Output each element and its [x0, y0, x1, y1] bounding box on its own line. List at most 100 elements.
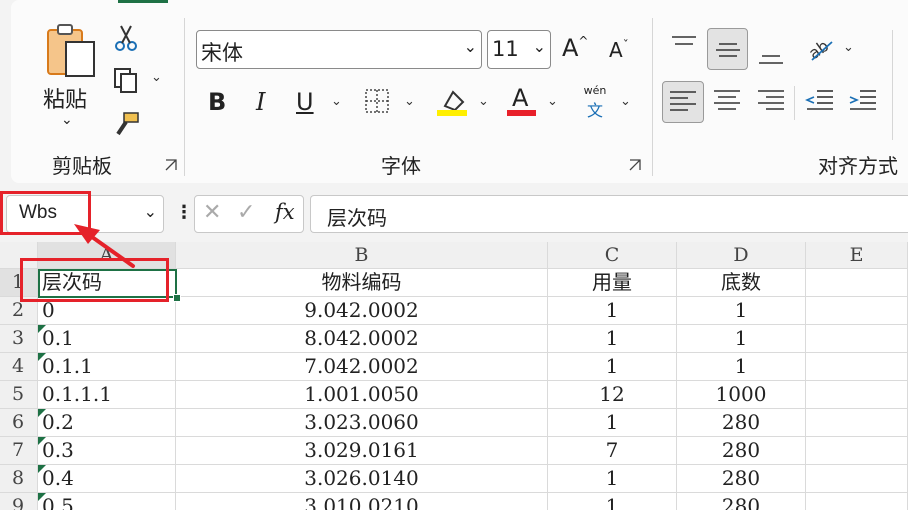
cell-b2[interactable]: 9.042.0002 [176, 297, 548, 325]
column-header-e[interactable]: E [806, 242, 908, 269]
shrink-font-button[interactable]: Aˇ [609, 38, 629, 62]
enter-icon[interactable]: ✓ [237, 200, 255, 225]
more-options-icon[interactable]: ⋮ [175, 202, 193, 223]
font-dialog-launcher-icon[interactable] [628, 158, 642, 172]
underline-dropdown-icon[interactable]: ⌄ [331, 94, 342, 109]
font-size-select[interactable]: 11 ⌄ [487, 30, 551, 69]
fill-handle[interactable] [173, 294, 181, 302]
cell-a3[interactable]: 0.1 [38, 325, 176, 353]
cell-e8[interactable] [806, 465, 908, 493]
cell-d4[interactable]: 1 [677, 353, 806, 381]
row-header[interactable]: 8 [0, 465, 38, 493]
cell-b6[interactable]: 3.023.0060 [176, 409, 548, 437]
cell-c6[interactable]: 1 [548, 409, 677, 437]
paste-button[interactable]: 粘贴 ⌄ [40, 22, 100, 132]
font-name-select[interactable]: 宋体 ⌄ [196, 30, 482, 69]
align-right-icon[interactable] [756, 88, 786, 114]
cell-a9[interactable]: 0.5 [38, 493, 176, 510]
cell-b3[interactable]: 8.042.0002 [176, 325, 548, 353]
bold-button[interactable]: B [208, 88, 226, 116]
cell-d3[interactable]: 1 [677, 325, 806, 353]
row-header[interactable]: 6 [0, 409, 38, 437]
cell-a5[interactable]: 0.1.1.1 [38, 381, 176, 409]
cell-a6[interactable]: 0.2 [38, 409, 176, 437]
insert-function-button[interactable]: fx [275, 200, 295, 224]
cell-d2[interactable]: 1 [677, 297, 806, 325]
cell-e9[interactable] [806, 493, 908, 510]
row-header[interactable]: 4 [0, 353, 38, 381]
phonetic-dropdown-icon[interactable]: ⌄ [620, 94, 631, 109]
cell-b1[interactable]: 物料编码 [176, 269, 548, 297]
cell-c4[interactable]: 1 [548, 353, 677, 381]
cell-d6[interactable]: 280 [677, 409, 806, 437]
cell-c8[interactable]: 1 [548, 465, 677, 493]
decrease-indent-icon[interactable] [805, 88, 835, 114]
cell-c3[interactable]: 1 [548, 325, 677, 353]
cell-c2[interactable]: 1 [548, 297, 677, 325]
cut-icon[interactable] [113, 24, 139, 52]
cell-e7[interactable] [806, 437, 908, 465]
cell-c1[interactable]: 用量 [548, 269, 677, 297]
font-color-dropdown-icon[interactable]: ⌄ [547, 94, 558, 109]
group-divider [184, 18, 185, 176]
font-color-button[interactable]: A [507, 84, 537, 118]
top-align-icon[interactable] [670, 34, 698, 58]
align-center-icon[interactable] [712, 88, 742, 114]
row-header[interactable]: 9 [0, 493, 38, 510]
cell-c5[interactable]: 12 [548, 381, 677, 409]
cancel-icon[interactable]: ✕ [203, 200, 221, 225]
column-header-b[interactable]: B [176, 242, 548, 269]
column-header-c[interactable]: C [548, 242, 677, 269]
row-header[interactable]: 3 [0, 325, 38, 353]
align-left-button[interactable] [662, 81, 704, 123]
underline-button[interactable]: U [296, 88, 314, 116]
highlight-box-name-box [0, 191, 91, 235]
cell-e4[interactable] [806, 353, 908, 381]
cell-e2[interactable] [806, 297, 908, 325]
cell-d8[interactable]: 280 [677, 465, 806, 493]
cell-c9[interactable]: 1 [548, 493, 677, 510]
group-divider [652, 18, 653, 176]
cell-d1[interactable]: 底数 [677, 269, 806, 297]
italic-button[interactable]: I [256, 88, 265, 116]
cell-a8[interactable]: 0.4 [38, 465, 176, 493]
cell-e5[interactable] [806, 381, 908, 409]
cell-b7[interactable]: 3.029.0161 [176, 437, 548, 465]
cell-a7[interactable]: 0.3 [38, 437, 176, 465]
cell-e3[interactable] [806, 325, 908, 353]
orientation-dropdown-icon[interactable]: ⌄ [843, 40, 854, 55]
orientation-icon[interactable]: ab [806, 34, 836, 64]
cell-d9[interactable]: 280 [677, 493, 806, 510]
column-header-d[interactable]: D [677, 242, 806, 269]
cell-b4[interactable]: 7.042.0002 [176, 353, 548, 381]
formula-input[interactable]: 层次码 [310, 195, 908, 233]
row-header[interactable]: 7 [0, 437, 38, 465]
borders-dropdown-icon[interactable]: ⌄ [404, 94, 415, 109]
cell-d7[interactable]: 280 [677, 437, 806, 465]
chevron-down-icon: ⌄ [143, 202, 157, 221]
copy-dropdown-icon[interactable]: ⌄ [151, 70, 162, 85]
copy-icon[interactable] [112, 66, 140, 94]
cell-b5[interactable]: 1.001.0050 [176, 381, 548, 409]
cell-c7[interactable]: 7 [548, 437, 677, 465]
phonetic-guide-button[interactable]: wén 文 [580, 84, 610, 120]
fill-color-dropdown-icon[interactable]: ⌄ [478, 94, 489, 109]
format-painter-icon[interactable] [112, 110, 140, 138]
paste-dropdown-icon[interactable]: ⌄ [61, 112, 73, 128]
cell-b8[interactable]: 3.026.0140 [176, 465, 548, 493]
clipboard-dialog-launcher-icon[interactable] [164, 158, 178, 172]
font-color-letter: A [512, 84, 529, 112]
increase-indent-icon[interactable] [848, 88, 878, 114]
borders-icon[interactable] [364, 88, 392, 116]
bottom-align-icon[interactable] [757, 44, 785, 68]
cell-e6[interactable] [806, 409, 908, 437]
cell-a4[interactable]: 0.1.1 [38, 353, 176, 381]
middle-align-button[interactable] [707, 28, 748, 70]
fill-color-icon[interactable] [437, 86, 469, 118]
row-header[interactable]: 5 [0, 381, 38, 409]
svg-text:ab: ab [806, 36, 832, 63]
grow-font-button[interactable]: A^ [562, 34, 588, 62]
cell-d5[interactable]: 1000 [677, 381, 806, 409]
cell-e1[interactable] [806, 269, 908, 297]
cell-b9[interactable]: 3.010.0210 [176, 493, 548, 510]
